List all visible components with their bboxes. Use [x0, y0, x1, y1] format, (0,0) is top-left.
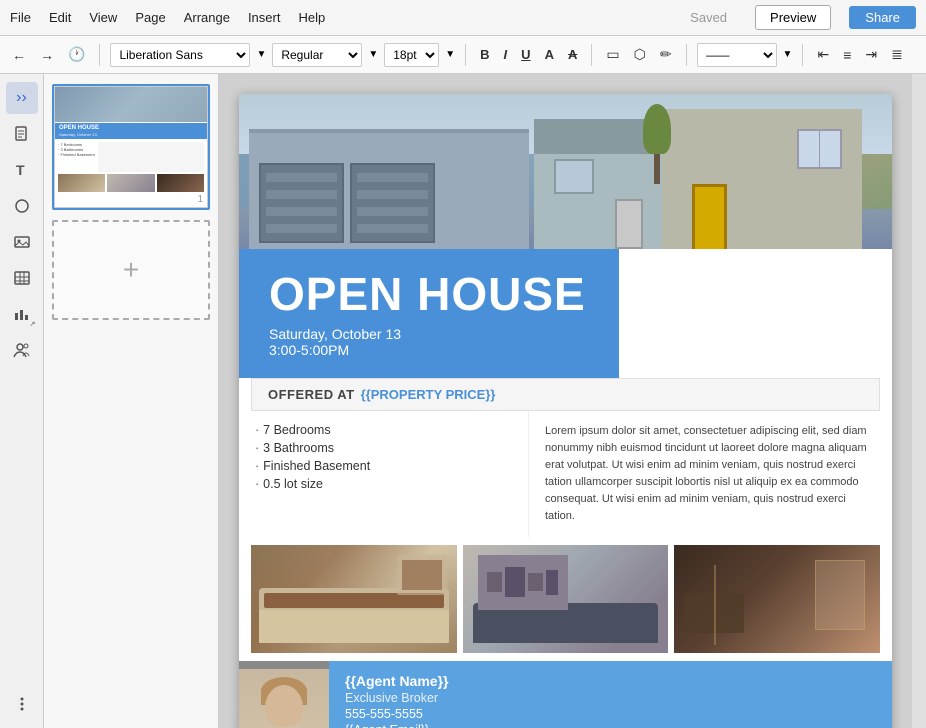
save-status: Saved [690, 10, 727, 25]
undo-button[interactable]: ← [8, 45, 30, 65]
agent-name: {{Agent Name}} [345, 673, 876, 689]
menu-insert[interactable]: Insert [248, 10, 281, 25]
line-tool-button[interactable]: ✏ [656, 44, 676, 65]
menu-bar: File Edit View Page Arrange Insert Help … [0, 0, 926, 36]
divider-5 [802, 44, 803, 66]
share-button[interactable]: Share [849, 6, 916, 29]
menu-help[interactable]: Help [298, 10, 325, 25]
house-photo [239, 94, 892, 249]
redo-button[interactable]: → [36, 45, 58, 65]
agent-phone: 555-555-5555 [345, 707, 876, 721]
photo-bedroom [251, 545, 457, 653]
detail-bathrooms: ·3 Bathrooms [255, 441, 512, 455]
offered-price: {{PROPERTY PRICE}} [361, 387, 496, 402]
detail-bedrooms: ·7 Bedrooms [255, 423, 512, 437]
sidebar-icon-people[interactable] [6, 334, 38, 366]
style-dropdown-arrow: ▼ [368, 49, 378, 60]
menu-page[interactable]: Page [135, 10, 165, 25]
offered-bar: OFFERED AT {{PROPERTY PRICE}} [251, 378, 880, 411]
toolbar: ← → 🕐 Liberation Sans ▼ Regular ▼ 18pt ▼… [0, 36, 926, 74]
left-sidebar: ›› T ↗ [0, 74, 44, 728]
agent-photo [239, 661, 329, 728]
oh-date: Saturday, October 13 [269, 326, 589, 342]
border-box-button[interactable]: ▭ [602, 44, 623, 65]
italic-button[interactable]: I [500, 45, 512, 64]
page-thumb-1[interactable]: OPEN HOUSE Saturday, October 13 · 7 Bedr… [52, 84, 210, 210]
size-dropdown-arrow: ▼ [445, 49, 455, 60]
sidebar-icon-shapes[interactable] [6, 190, 38, 222]
canvas-area[interactable]: OPEN HOUSE Saturday, October 13 3:00-5:0… [219, 74, 912, 728]
underline-button[interactable]: U [517, 45, 534, 64]
add-page-button[interactable]: + [52, 220, 210, 320]
sidebar-icon-table[interactable] [6, 262, 38, 294]
oh-title: OPEN HOUSE [269, 269, 589, 320]
menu-edit[interactable]: Edit [49, 10, 71, 25]
right-scrollbar[interactable] [912, 74, 926, 728]
divider-3 [591, 44, 592, 66]
fill-color-button[interactable]: ⬡ [630, 44, 650, 65]
font-style-select[interactable]: Regular [272, 43, 362, 67]
oh-right-space [619, 249, 892, 378]
oh-blue-box: OPEN HOUSE Saturday, October 13 3:00-5:0… [239, 249, 619, 378]
add-page-icon: + [123, 254, 139, 286]
align-justify-button[interactable]: ≣ [887, 44, 907, 65]
agent-info: {{Agent Name}} Exclusive Broker 555-555-… [329, 661, 892, 728]
font-dropdown-arrow: ▼ [256, 49, 266, 60]
pages-panel: OPEN HOUSE Saturday, October 13 · 7 Bedr… [44, 74, 219, 728]
detail-lot: ·0.5 lot size [255, 477, 512, 491]
line-style-select[interactable]: —— [697, 43, 777, 67]
align-right-button[interactable]: ⇥ [861, 44, 881, 65]
photo-living-room [463, 545, 669, 653]
divider-1 [99, 44, 100, 66]
sidebar-icon-pages[interactable] [6, 118, 38, 150]
align-center-button[interactable]: ≡ [839, 45, 855, 65]
divider-2 [465, 44, 466, 66]
line-dropdown-arrow: ▼ [783, 49, 793, 60]
svg-text:T: T [16, 162, 25, 178]
sidebar-icon-collapse[interactable]: ›› [6, 82, 38, 114]
photos-row [239, 537, 892, 661]
details-section: ·7 Bedrooms ·3 Bathrooms ·Finished Basem… [239, 411, 892, 537]
align-left-button[interactable]: ⇤ [813, 44, 833, 65]
bold-button[interactable]: B [476, 45, 493, 64]
agent-title: Exclusive Broker [345, 691, 876, 705]
details-left: ·7 Bedrooms ·3 Bathrooms ·Finished Basem… [239, 411, 529, 537]
sidebar-icon-image[interactable] [6, 226, 38, 258]
agent-section: {{Agent Name}} Exclusive Broker 555-555-… [239, 661, 892, 728]
divider-4 [686, 44, 687, 66]
font-color-button[interactable]: A [541, 45, 558, 64]
main-area: ›› T ↗ [0, 74, 926, 728]
detail-basement: ·Finished Basement [255, 459, 512, 473]
preview-button[interactable]: Preview [755, 5, 831, 30]
oh-time: 3:00-5:00PM [269, 342, 589, 358]
details-right: Lorem ipsum dolor sit amet, consectetuer… [529, 411, 892, 537]
lorem-text: Lorem ipsum dolor sit amet, consectetuer… [545, 423, 876, 525]
history-button[interactable]: 🕐 [64, 44, 89, 65]
offered-label: OFFERED AT [268, 387, 355, 402]
sidebar-icon-charts[interactable]: ↗ [6, 298, 38, 330]
menu-file[interactable]: File [10, 10, 31, 25]
sidebar-icon-more[interactable] [6, 688, 38, 720]
agent-email: {{Agent Email}} [345, 723, 876, 728]
menu-arrange[interactable]: Arrange [184, 10, 230, 25]
font-size-select[interactable]: 18pt [384, 43, 439, 67]
font-name-select[interactable]: Liberation Sans [110, 43, 250, 67]
photo-dark-room [674, 545, 880, 653]
open-house-section: OPEN HOUSE Saturday, October 13 3:00-5:0… [239, 249, 892, 378]
strikethrough-button[interactable]: A [564, 45, 581, 64]
sidebar-icon-text[interactable]: T [6, 154, 38, 186]
page-1-number: 1 [55, 192, 207, 207]
document-page: OPEN HOUSE Saturday, October 13 3:00-5:0… [239, 94, 892, 728]
menu-view[interactable]: View [89, 10, 117, 25]
